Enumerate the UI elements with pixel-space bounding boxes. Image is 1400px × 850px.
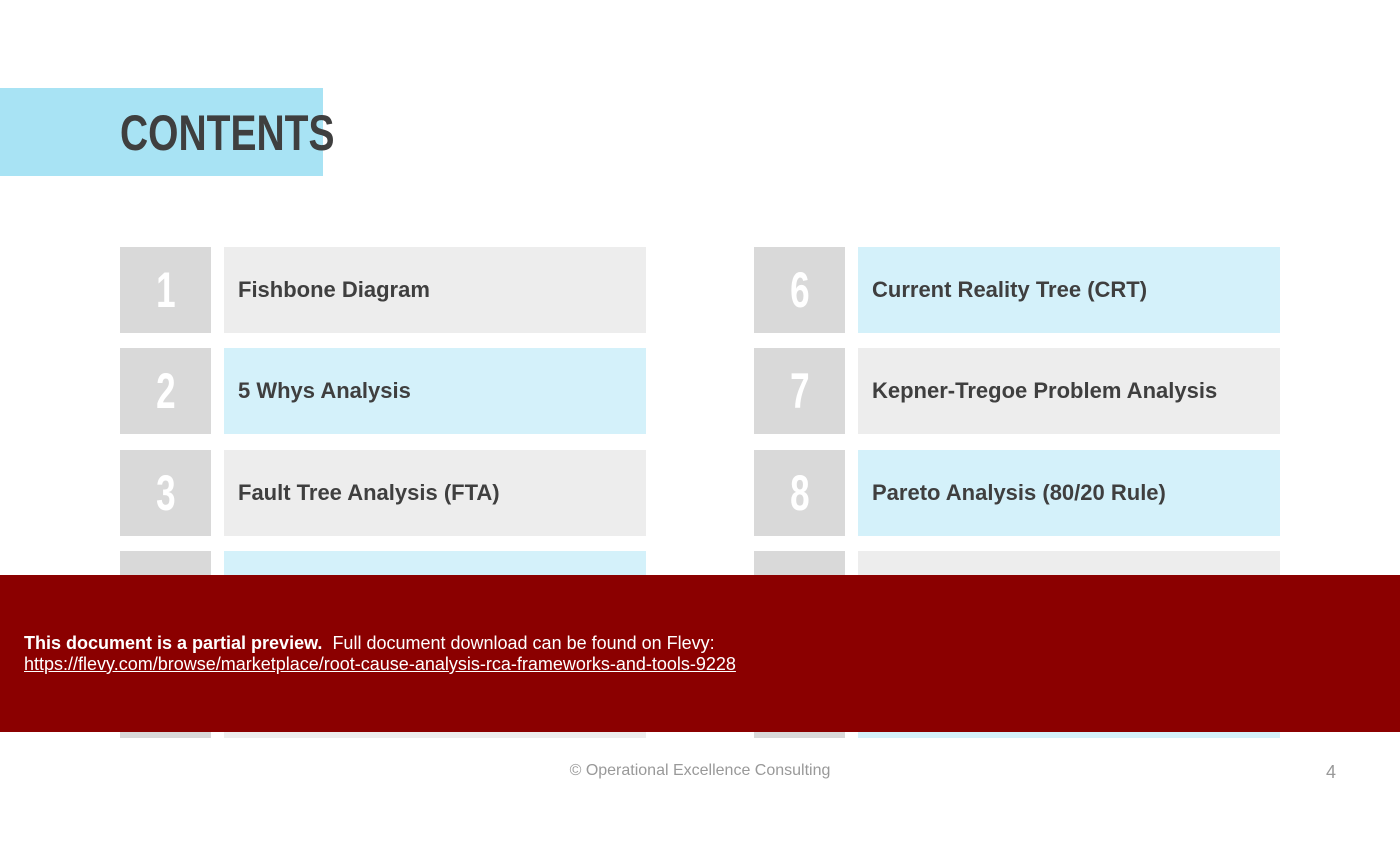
item-label: Fault Tree Analysis (FTA): [224, 450, 646, 536]
footer-copyright: © Operational Excellence Consulting: [569, 762, 831, 779]
item-number: 6: [754, 247, 845, 333]
item-number: 1: [120, 247, 211, 333]
item-number: 8: [754, 450, 845, 536]
banner-text: Full document download can be found on F…: [332, 633, 715, 653]
preview-banner: This document is a partial preview. Full…: [0, 575, 1400, 732]
item-label: Fishbone Diagram: [224, 247, 646, 333]
item-number: 3: [120, 450, 211, 536]
item-label: Current Reality Tree (CRT): [858, 247, 1280, 333]
item-number: 7: [754, 348, 845, 434]
page-title: CONTENTS: [120, 105, 335, 161]
item-number: 2: [120, 348, 211, 434]
item-label: 5 Whys Analysis: [224, 348, 646, 434]
page-number: 4: [1326, 762, 1337, 782]
banner-bold-text: This document is a partial preview.: [24, 633, 323, 653]
item-label: Kepner-Tregoe Problem Analysis: [858, 348, 1280, 434]
flevy-link[interactable]: https://flevy.com/browse/marketplace/roo…: [24, 654, 736, 674]
item-label: Pareto Analysis (80/20 Rule): [858, 450, 1280, 536]
